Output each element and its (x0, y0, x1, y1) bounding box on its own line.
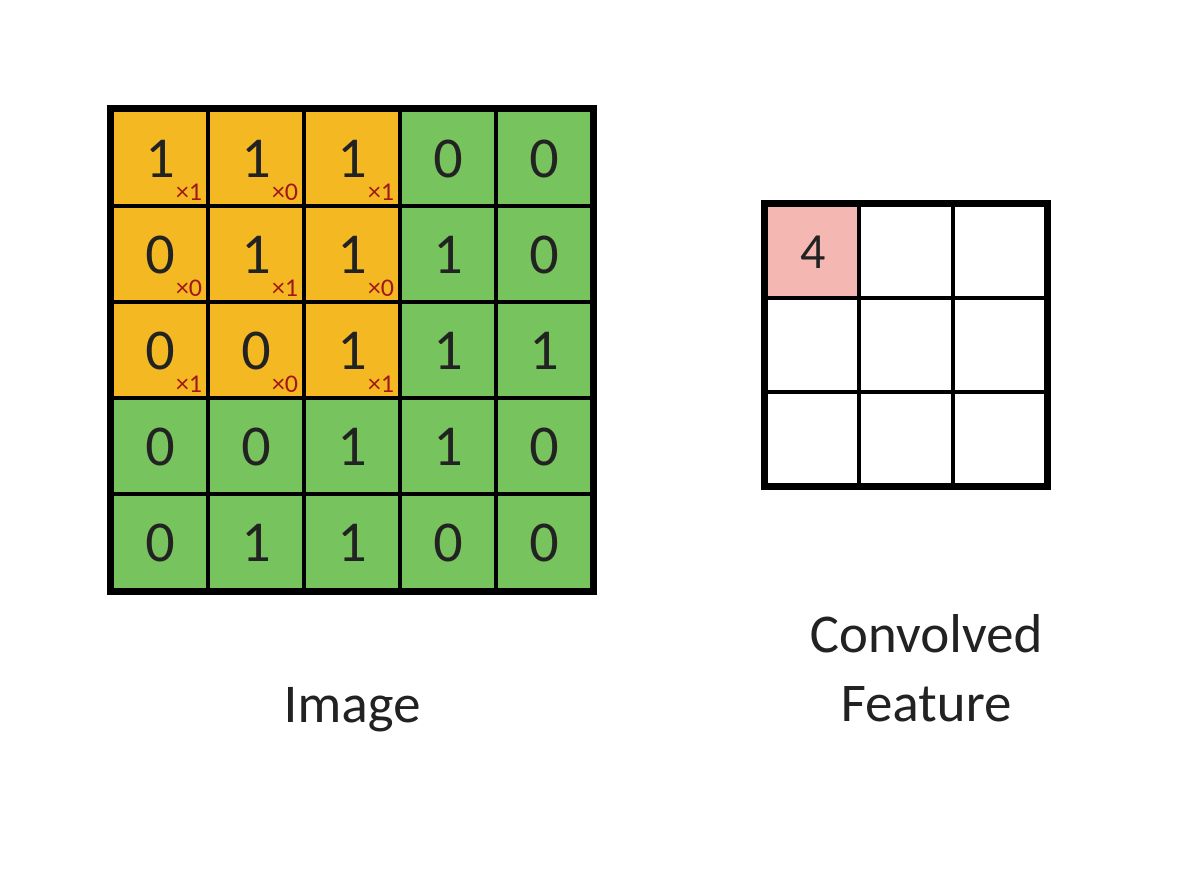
feature-cell (859, 392, 952, 485)
image-cell: 0 (112, 494, 208, 590)
image-cell: 0 (400, 110, 496, 206)
image-cell: 1×0 (304, 206, 400, 302)
image-cell: 0 (208, 398, 304, 494)
image-cell-value: 1 (241, 129, 270, 187)
image-cell: 1 (304, 494, 400, 590)
image-cell-value: 1 (145, 129, 174, 187)
label-image: Image (107, 670, 597, 737)
image-cell-value: 0 (241, 321, 270, 379)
image-cell-value: 0 (241, 417, 270, 475)
image-cell-value: 1 (433, 225, 462, 283)
feature-cell (766, 298, 859, 391)
image-cell: 1 (400, 206, 496, 302)
image-cell-value: 1 (241, 225, 270, 283)
image-cell-value: 1 (241, 513, 270, 571)
image-cell: 1×1 (208, 206, 304, 302)
image-cell-value: 0 (529, 513, 558, 571)
image-cell: 0 (496, 398, 592, 494)
image-cell: 1 (208, 494, 304, 590)
image-cell: 1×1 (112, 110, 208, 206)
image-cell-value: 0 (145, 225, 174, 283)
filter-weight-label: ×1 (176, 178, 202, 204)
feature-grid: 4 (761, 200, 1051, 490)
filter-weight-label: ×0 (272, 178, 298, 204)
feature-cell-value: 4 (800, 227, 825, 277)
image-cell: 1×1 (304, 302, 400, 398)
feature-cell (953, 205, 1046, 298)
image-cell: 1×1 (304, 110, 400, 206)
image-cell-value: 1 (529, 321, 558, 379)
image-cell-value: 0 (433, 513, 462, 571)
image-cell-value: 1 (337, 321, 366, 379)
feature-cell (953, 392, 1046, 485)
image-cell-value: 0 (145, 417, 174, 475)
filter-weight-label: ×0 (176, 274, 202, 300)
image-cell-value: 0 (529, 417, 558, 475)
filter-weight-label: ×1 (368, 370, 394, 396)
image-cell-value: 0 (433, 129, 462, 187)
image-cell-value: 1 (337, 225, 366, 283)
image-cell-value: 0 (529, 129, 558, 187)
feature-cell (859, 205, 952, 298)
feature-cell (953, 298, 1046, 391)
image-cell: 0 (496, 206, 592, 302)
image-cell: 0 (400, 494, 496, 590)
image-cell-value: 1 (433, 417, 462, 475)
feature-cell (859, 298, 952, 391)
filter-weight-label: ×0 (368, 274, 394, 300)
image-grid: 1×11×01×1000×01×11×0100×10×01×1110011001… (107, 105, 597, 595)
diagram-root: 1×11×01×1000×01×11×0100×10×01×1110011001… (0, 0, 1200, 876)
image-cell: 0×1 (112, 302, 208, 398)
image-cell-value: 0 (145, 321, 174, 379)
image-cell: 0 (496, 110, 592, 206)
feature-cell: 4 (766, 205, 859, 298)
image-cell-value: 1 (337, 417, 366, 475)
filter-weight-label: ×0 (272, 370, 298, 396)
image-cell-value: 0 (529, 225, 558, 283)
image-cell: 1 (304, 398, 400, 494)
image-cell-value: 0 (145, 513, 174, 571)
feature-cell (766, 392, 859, 485)
image-cell: 0×0 (208, 302, 304, 398)
image-cell-value: 1 (433, 321, 462, 379)
image-cell: 1 (400, 398, 496, 494)
image-cell: 1×0 (208, 110, 304, 206)
image-cell: 1 (400, 302, 496, 398)
image-cell: 0×0 (112, 206, 208, 302)
image-cell: 0 (112, 398, 208, 494)
image-cell-value: 1 (337, 513, 366, 571)
image-cell: 0 (496, 494, 592, 590)
filter-weight-label: ×1 (368, 178, 394, 204)
label-feature: Convolved Feature (761, 600, 1091, 738)
image-cell: 1 (496, 302, 592, 398)
filter-weight-label: ×1 (176, 370, 202, 396)
filter-weight-label: ×1 (272, 274, 298, 300)
image-cell-value: 1 (337, 129, 366, 187)
